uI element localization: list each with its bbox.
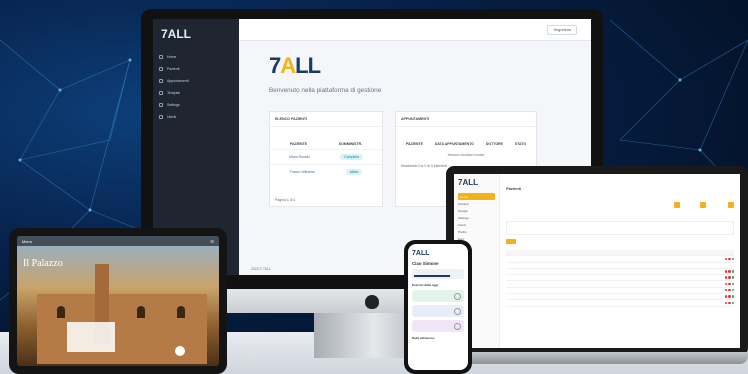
card-title: APPUNTAMENTI	[396, 112, 536, 127]
welcome-text: Benvenuto nella piattaforma di gestione	[269, 87, 382, 94]
patient-name[interactable]: Franco Williams	[290, 170, 315, 174]
menu-icon[interactable]: ☰	[210, 239, 214, 244]
progress-card	[412, 269, 464, 279]
topbar: Segreteria	[239, 19, 591, 41]
table-header: PAZIENTE DATA APPUNTAMENTO DOTTORE STATO	[396, 139, 536, 149]
info-panel	[67, 322, 115, 352]
column-header: DATA APPUNTAMENTO	[434, 142, 474, 146]
greeting: Ciao Simone	[412, 261, 439, 266]
ipad-screen: Menu ☰ Il Palazzo	[17, 236, 219, 366]
sidebar-item-terapie[interactable]: Terapie	[458, 207, 495, 214]
table-row[interactable]	[506, 300, 734, 307]
pagination-info: Mostrando 0 a 0 di 0 elementi	[401, 164, 448, 168]
column-header: PAZIENTE	[289, 142, 307, 146]
laptop-main: Pazienti	[500, 174, 740, 348]
apple-logo-icon	[365, 295, 379, 309]
column-header: STATO	[514, 142, 527, 146]
brand-logo: 7ALL	[269, 53, 321, 78]
section-title: Esercizi della oggi	[412, 283, 439, 287]
phone: 7ALL Ciao Simone Esercizi della oggi Dai…	[404, 240, 472, 374]
sidebar-item-home[interactable]: Home	[458, 193, 495, 200]
page-title: Il Palazzo	[23, 258, 63, 269]
sidebar-item-profilo[interactable]: Profilo	[458, 228, 495, 235]
action-button[interactable]	[728, 202, 734, 208]
users-icon	[159, 67, 163, 71]
sidebar-item-settings[interactable]: Settings	[159, 99, 233, 111]
column-header: PAZIENTE	[405, 142, 423, 146]
empty-state: Nessun risultato trovato	[447, 153, 485, 157]
sidebar-item-pazienti[interactable]: Pazienti	[458, 200, 495, 207]
exercise-card[interactable]	[412, 320, 464, 332]
phone-screen: 7ALL Ciao Simone Esercizi della oggi Dai…	[408, 244, 468, 370]
user-menu[interactable]: Segreteria	[547, 24, 577, 35]
action-button[interactable]	[700, 202, 706, 208]
patient-name[interactable]: Mario Rossini	[289, 155, 310, 159]
footer: 2023 © 7ALL	[251, 267, 271, 271]
column-header: DOTTORE	[485, 142, 503, 146]
sidebar-item-label: Settings	[167, 103, 180, 107]
laptop-screen: 7ALL Home Pazienti Terapie Settings Uten…	[454, 174, 740, 348]
window	[57, 306, 65, 318]
sidebar-logo: 7ALL	[161, 27, 191, 41]
sidebar-item-label: Home	[167, 55, 177, 59]
card-title: ELENCO PAZIENTI	[270, 112, 382, 127]
sidebar-item-label: Appuntamenti	[167, 79, 189, 83]
ipad: Menu ☰ Il Palazzo	[9, 228, 227, 374]
sidebar-item-settings[interactable]: Settings	[458, 214, 495, 221]
sidebar-item-terapisti[interactable]: Terapisti	[159, 87, 233, 99]
sidebar-item-label: Utenti	[167, 115, 177, 119]
action-button[interactable]	[674, 202, 680, 208]
sidebar-item-appuntamenti[interactable]: Appuntamenti	[159, 75, 233, 87]
laptop-base	[434, 352, 748, 364]
laptop: 7ALL Home Pazienti Terapie Settings Uten…	[446, 166, 748, 356]
calendar-icon	[159, 79, 163, 83]
patients-card: ELENCO PAZIENTI PAZIENTE SOMMINISTR. Mar…	[269, 111, 383, 207]
sidebar-item-home[interactable]: Home	[159, 51, 233, 63]
status-ring-icon	[454, 307, 461, 315]
progress-bar	[414, 275, 451, 277]
exercise-card[interactable]	[412, 305, 464, 317]
status-ring-icon	[454, 292, 461, 300]
sidebar-item-pazienti[interactable]: Pazienti	[159, 63, 233, 75]
exercise-card[interactable]	[412, 290, 464, 302]
data-table	[506, 250, 734, 307]
status-ring-icon	[454, 322, 461, 330]
user-icon	[159, 115, 163, 119]
table-row[interactable]: Franco Williams Attivo	[270, 164, 382, 179]
phone-logo: 7ALL	[412, 250, 430, 257]
pagination-info: Pagina 1 di 1	[275, 198, 296, 202]
play-button[interactable]	[175, 346, 185, 356]
home-icon	[159, 55, 163, 59]
sidebar-item-utenti[interactable]: Utenti	[458, 221, 495, 228]
laptop-logo: 7ALL	[458, 178, 478, 187]
page-title: Pazienti	[506, 186, 522, 191]
sidebar-item-label: Terapisti	[167, 91, 181, 95]
sidebar-item-label: Pazienti	[167, 67, 180, 71]
gear-icon	[159, 103, 163, 107]
table-row[interactable]: Mario Rossini Completo	[270, 149, 382, 164]
sidebar-item-utenti[interactable]: Utenti	[159, 111, 233, 123]
filter-form[interactable]	[506, 221, 734, 235]
section-title: Daily attraverso	[412, 336, 435, 340]
window	[177, 306, 185, 318]
doctor-icon	[159, 91, 163, 95]
search-button[interactable]	[506, 239, 516, 244]
back-button[interactable]: Menu	[22, 239, 32, 244]
status-badge: Completo	[340, 154, 364, 160]
column-header: SOMMINISTR.	[338, 142, 363, 146]
table-header: PAZIENTE SOMMINISTR.	[270, 139, 382, 149]
ipad-topbar: Menu ☰	[17, 236, 219, 246]
window	[137, 306, 145, 318]
status-badge: Attivo	[345, 169, 363, 175]
